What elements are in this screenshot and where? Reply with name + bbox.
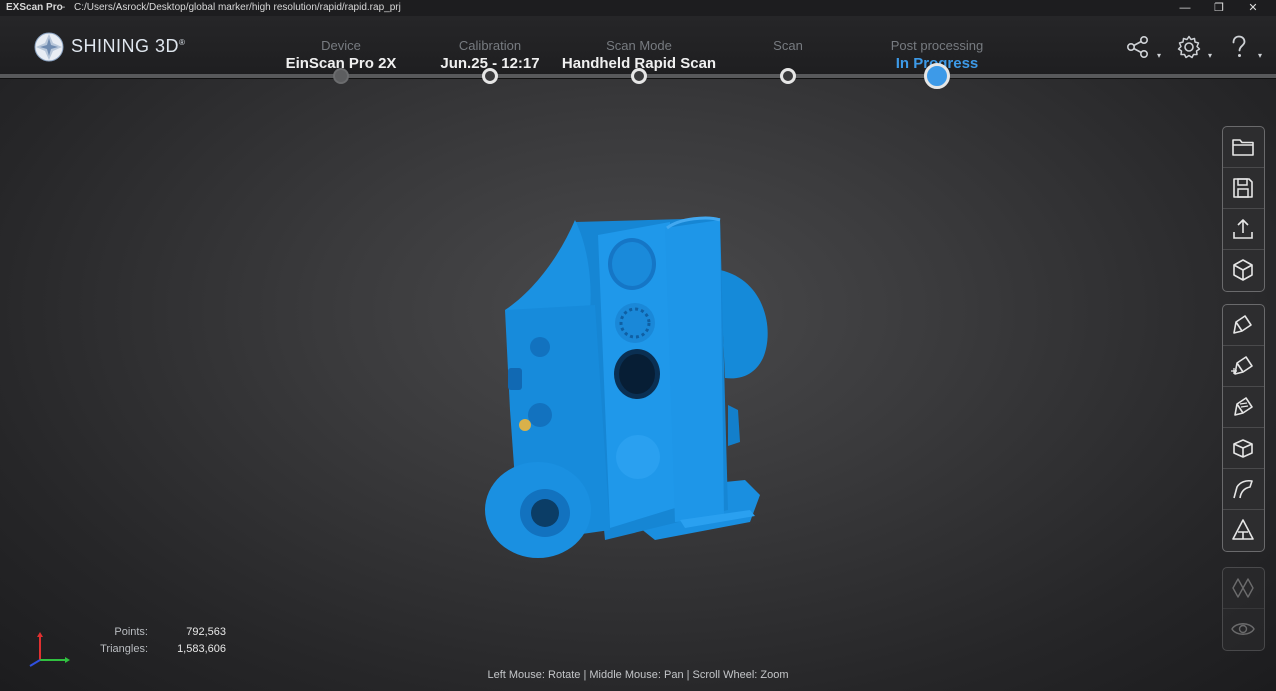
brush-select-button[interactable] bbox=[1223, 305, 1264, 346]
points-value: 792,563 bbox=[186, 626, 226, 638]
save-button[interactable] bbox=[1223, 168, 1264, 209]
triangles-row: Triangles: 1,583,606 bbox=[90, 641, 230, 658]
mesh-view-button[interactable] bbox=[1223, 568, 1264, 609]
title-separator: - bbox=[62, 2, 66, 13]
visibility-button[interactable] bbox=[1223, 609, 1264, 650]
mesh-simplify-button[interactable] bbox=[1223, 510, 1264, 551]
step-label: Post processing bbox=[890, 38, 984, 53]
step-node-scan-mode[interactable] bbox=[631, 68, 647, 84]
step-label: Scan Mode bbox=[606, 38, 672, 53]
brand-logo-icon bbox=[34, 32, 64, 62]
mesh-stats: Points: 792,563 Triangles: 1,583,606 bbox=[90, 624, 230, 658]
step-node-scan[interactable] bbox=[780, 68, 796, 84]
axis-indicator bbox=[29, 632, 70, 667]
restore-button[interactable]: ❐ bbox=[1202, 0, 1236, 16]
brand-name: SHINING 3D® bbox=[71, 36, 186, 56]
box-select-icon bbox=[1233, 439, 1253, 458]
step-node-post-processing[interactable] bbox=[924, 63, 950, 89]
eye-icon bbox=[1231, 623, 1255, 635]
project-path: C:/Users/Asrock/Desktop/global marker/hi… bbox=[74, 2, 401, 13]
brush-remove-button[interactable] bbox=[1223, 387, 1264, 428]
title-bar: EXScan Pro - C:/Users/Asrock/Desktop/glo… bbox=[0, 0, 1276, 16]
brush-icon bbox=[1233, 315, 1252, 334]
brush-add-button[interactable] bbox=[1223, 346, 1264, 387]
save-icon bbox=[1233, 178, 1253, 198]
chevron-down-icon: ▾ bbox=[1257, 51, 1262, 60]
gear-icon bbox=[1177, 35, 1201, 59]
scanned-3d-model[interactable] bbox=[480, 210, 780, 572]
share-icon bbox=[1126, 35, 1149, 58]
mesh-icon bbox=[1232, 578, 1254, 598]
brush-minus-icon bbox=[1234, 397, 1253, 416]
cube-icon bbox=[1233, 259, 1253, 281]
export-button[interactable] bbox=[1223, 209, 1264, 250]
curve-icon bbox=[1233, 479, 1253, 499]
minimize-button[interactable]: — bbox=[1168, 0, 1202, 16]
points-label: Points: bbox=[114, 626, 148, 638]
chevron-down-icon: ▾ bbox=[1156, 51, 1161, 60]
folder-icon bbox=[1232, 139, 1254, 156]
step-scan[interactable]: Scan bbox=[703, 38, 873, 54]
help-button[interactable]: ▾ bbox=[1226, 34, 1262, 64]
mouse-hint: Left Mouse: Rotate | Middle Mouse: Pan |… bbox=[487, 669, 789, 681]
share-button[interactable]: ▾ bbox=[1125, 34, 1161, 64]
app-name: EXScan Pro bbox=[6, 2, 63, 13]
brush-plus-icon bbox=[1231, 356, 1253, 375]
model-view-button[interactable] bbox=[1223, 250, 1264, 291]
triangle-icon bbox=[1232, 519, 1254, 540]
points-row: Points: 792,563 bbox=[90, 624, 230, 641]
box-select-button[interactable] bbox=[1223, 428, 1264, 469]
view-tools-panel bbox=[1222, 567, 1265, 651]
step-label: Device bbox=[321, 38, 361, 53]
triangles-label: Triangles: bbox=[100, 643, 148, 655]
help-icon bbox=[1232, 35, 1246, 57]
chevron-down-icon: ▾ bbox=[1207, 51, 1212, 60]
step-label: Calibration bbox=[458, 38, 522, 53]
step-node-calibration[interactable] bbox=[482, 68, 498, 84]
settings-button[interactable]: ▾ bbox=[1176, 34, 1212, 64]
file-tools-panel bbox=[1222, 126, 1265, 292]
curve-select-button[interactable] bbox=[1223, 469, 1264, 510]
brand-logo: SHINING 3D® bbox=[33, 32, 193, 62]
open-button[interactable] bbox=[1223, 127, 1264, 168]
triangles-value: 1,583,606 bbox=[177, 643, 226, 655]
edit-tools-panel bbox=[1222, 304, 1265, 552]
close-button[interactable]: ✕ bbox=[1236, 0, 1270, 16]
step-label: Scan bbox=[773, 38, 803, 53]
export-icon bbox=[1233, 219, 1253, 239]
step-node-device[interactable] bbox=[333, 68, 349, 84]
